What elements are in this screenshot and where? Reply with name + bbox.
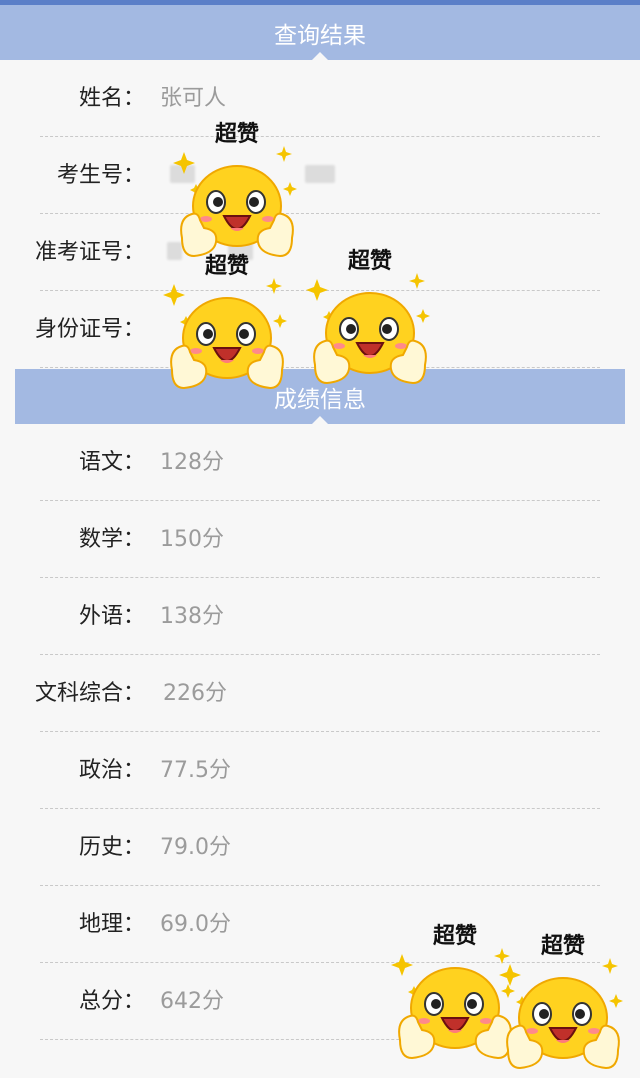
score-row-chinese: 语文： 128分	[40, 424, 600, 501]
header-notch	[312, 52, 328, 60]
thumbs-up-face-icon	[306, 273, 430, 385]
great-emoji-sticker: 超赞	[498, 928, 628, 1078]
admission-number-label: 准考证号：	[34, 240, 145, 265]
total-label: 总分：	[78, 989, 145, 1014]
name-label: 姓名：	[78, 86, 145, 111]
geography-value: 69.0分	[160, 912, 231, 937]
chinese-value: 128分	[160, 450, 224, 475]
politics-value: 77.5分	[160, 758, 231, 783]
thumbs-up-face-icon	[163, 278, 287, 390]
geography-label: 地理：	[78, 912, 145, 937]
score-row-history: 历史： 79.0分	[40, 809, 600, 886]
great-emoji-sticker: 超赞	[162, 248, 292, 398]
header-notch	[312, 416, 328, 424]
result-section-header: 查询结果	[0, 5, 640, 60]
math-value: 150分	[160, 527, 224, 552]
thumbs-up-face-icon	[499, 958, 623, 1070]
politics-label: 政治：	[78, 758, 145, 783]
math-label: 数学：	[78, 527, 145, 552]
result-section-title: 查询结果	[274, 22, 366, 49]
liberal-arts-label: 文科综合：	[34, 681, 145, 706]
liberal-arts-value: 226分	[163, 681, 227, 706]
id-number-label: 身份证号：	[34, 317, 145, 342]
history-label: 历史：	[78, 835, 145, 860]
great-emoji-sticker: 超赞	[172, 116, 302, 266]
info-row-name: 姓名： 张可人	[40, 60, 600, 137]
total-value: 642分	[160, 989, 224, 1014]
history-value: 79.0分	[160, 835, 231, 860]
chinese-label: 语文：	[78, 450, 145, 475]
foreign-language-value: 138分	[160, 604, 224, 629]
great-emoji-sticker: 超赞	[305, 243, 435, 393]
foreign-language-label: 外语：	[78, 604, 145, 629]
score-row-liberal-arts: 文科综合： 226分	[35, 655, 600, 732]
score-row-math: 数学： 150分	[40, 501, 600, 578]
score-row-foreign-language: 外语： 138分	[40, 578, 600, 655]
exam-number-label: 考生号：	[56, 163, 145, 188]
redacted-block	[305, 165, 335, 183]
info-row-exam-number: 考生号：	[40, 137, 600, 214]
score-row-politics: 政治： 77.5分	[40, 732, 600, 809]
